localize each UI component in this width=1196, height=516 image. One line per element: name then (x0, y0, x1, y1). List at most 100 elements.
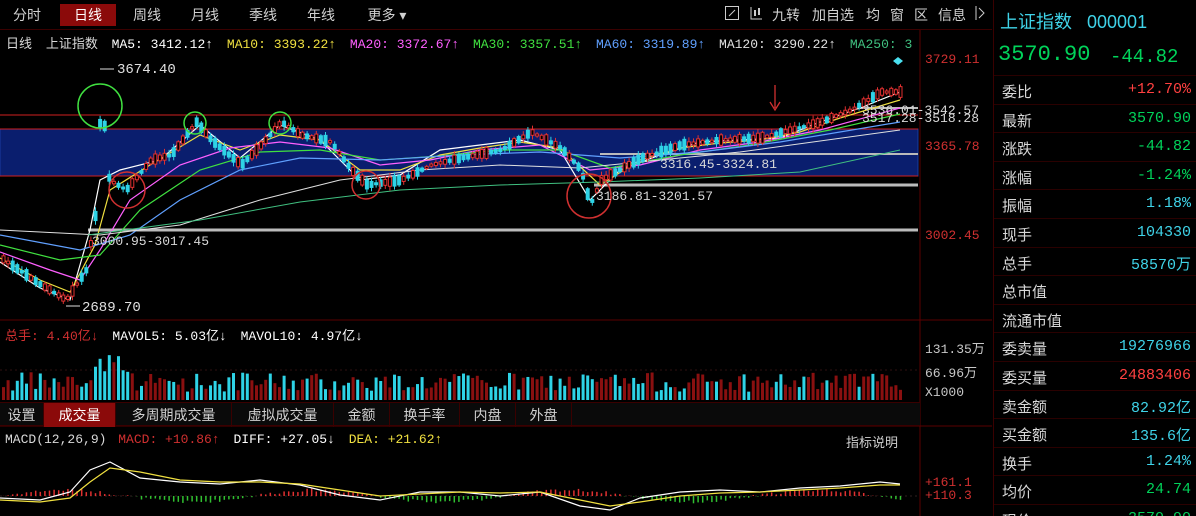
volume-bar (71, 377, 74, 400)
volume-bar (310, 375, 314, 400)
quote-row-label: 换手 (1002, 455, 1033, 473)
collapse-icon[interactable] (974, 5, 986, 25)
candle (125, 184, 130, 193)
tab-amount[interactable]: 金额 (334, 403, 390, 427)
quote-row: 现手 104330 (994, 218, 1196, 246)
candle (751, 134, 756, 143)
range-button[interactable]: 区 (914, 5, 928, 25)
candle (857, 102, 862, 109)
indicator-help-link[interactable]: 指标说明 (846, 432, 898, 451)
quote-row-value: 1.24% (1145, 452, 1191, 470)
volume-bar (103, 371, 107, 400)
kline-icon[interactable] (748, 5, 764, 25)
volume-bar (770, 387, 774, 400)
tab-quarterly[interactable]: 季线 (238, 4, 288, 26)
tab-inner[interactable]: 内盘 (460, 403, 516, 427)
edit-icon[interactable] (724, 5, 740, 25)
tab-minute[interactable]: 分时 (4, 4, 50, 26)
band-e-label: 3517.28-3518.28 (862, 111, 979, 126)
volume-bar (572, 388, 576, 400)
volume-bar (439, 377, 442, 400)
quote-row-value: 24883406 (1118, 367, 1191, 384)
info-button[interactable]: 信息 (938, 5, 966, 25)
candle (144, 163, 149, 170)
volume-legend: 总手: 4.40亿↓ MAVOL5: 5.03亿↓ MAVOL10: 4.97亿… (5, 325, 363, 344)
volume-bar (692, 378, 695, 400)
candle (15, 264, 20, 274)
candle (33, 277, 38, 286)
volume-bar (268, 373, 272, 400)
candle (213, 138, 218, 148)
volume-bar (756, 376, 760, 400)
volume-bar (609, 376, 613, 400)
volume-bar (880, 374, 884, 400)
volume-bar (641, 383, 645, 400)
tab-daily[interactable]: 日线 (60, 4, 116, 26)
volume-bar (696, 373, 700, 400)
candle (420, 167, 425, 172)
volume-bar (480, 380, 484, 400)
candle (829, 112, 834, 124)
candle (650, 152, 655, 157)
volume-bar (416, 384, 419, 400)
volume-bar (457, 376, 461, 400)
quote-row: 现价 3570.90 (994, 504, 1196, 516)
tab-turnover[interactable]: 换手率 (390, 403, 460, 427)
quote-change: -44.82 (1110, 46, 1179, 68)
volume-bar (485, 382, 488, 400)
volume-bar (204, 388, 208, 400)
candle (1, 255, 6, 264)
tab-yearly[interactable]: 年线 (296, 4, 346, 26)
volume-bar (839, 387, 843, 400)
candle (700, 139, 705, 145)
quote-row-label: 涨跌 (1002, 141, 1033, 159)
low-label: 2689.70 (82, 300, 141, 316)
volume-bar (673, 387, 677, 400)
volume-bar (15, 380, 19, 400)
tab-virtual-volume[interactable]: 虚拟成交量 (232, 403, 334, 427)
tab-weekly[interactable]: 周线 (122, 4, 172, 26)
candle (84, 267, 89, 274)
quote-row-value: 24.74 (1145, 481, 1191, 499)
quote-row-value: 3570.90 (1128, 510, 1191, 516)
tab-multi-period-volume[interactable]: 多周期成交量 (116, 403, 232, 427)
candle (875, 89, 880, 100)
candle (47, 285, 52, 295)
candle (608, 169, 613, 181)
volume-bar (107, 355, 111, 400)
candle (318, 135, 323, 144)
volume-bar (356, 379, 360, 400)
candle (314, 133, 319, 144)
tab-settings[interactable]: 设置 (0, 403, 44, 427)
candle (410, 169, 415, 179)
candle (567, 152, 572, 161)
volume-bar (305, 378, 309, 400)
volume-bar (521, 377, 525, 400)
volume-bar (121, 370, 125, 400)
volume-bar (2, 387, 5, 400)
tab-monthly[interactable]: 月线 (180, 4, 230, 26)
tab-outer[interactable]: 外盘 (516, 403, 572, 427)
candle (282, 120, 287, 127)
candle (111, 180, 116, 185)
quote-panel: 上证指数 000001 3570.90 -44.82 委比 +12.70% 最新 35… (993, 0, 1196, 516)
window-button[interactable]: 窗 (890, 5, 904, 25)
volume-bar (494, 386, 498, 400)
nine-turn-button[interactable]: 九转 (772, 5, 800, 25)
volume-bar (370, 390, 373, 400)
tab-volume[interactable]: 成交量 (44, 403, 116, 427)
tab-more[interactable]: 更多 ▾ (356, 4, 418, 26)
volume-bar (793, 380, 797, 400)
volume-bar (48, 387, 51, 400)
quote-row-value: 135.6亿 (1130, 428, 1191, 446)
volume-bar (75, 384, 79, 400)
volume-bar (489, 386, 493, 400)
volume-bar (388, 387, 392, 400)
average-button[interactable]: 均 (866, 5, 880, 25)
volume-bar (347, 382, 350, 400)
volume-bar (264, 379, 268, 400)
band-a-label: 3000.95-3017.45 (92, 234, 209, 249)
volume-bar (25, 383, 28, 400)
add-watchlist-button[interactable]: 加自选 (812, 5, 854, 25)
diamond-icon (886, 57, 905, 65)
